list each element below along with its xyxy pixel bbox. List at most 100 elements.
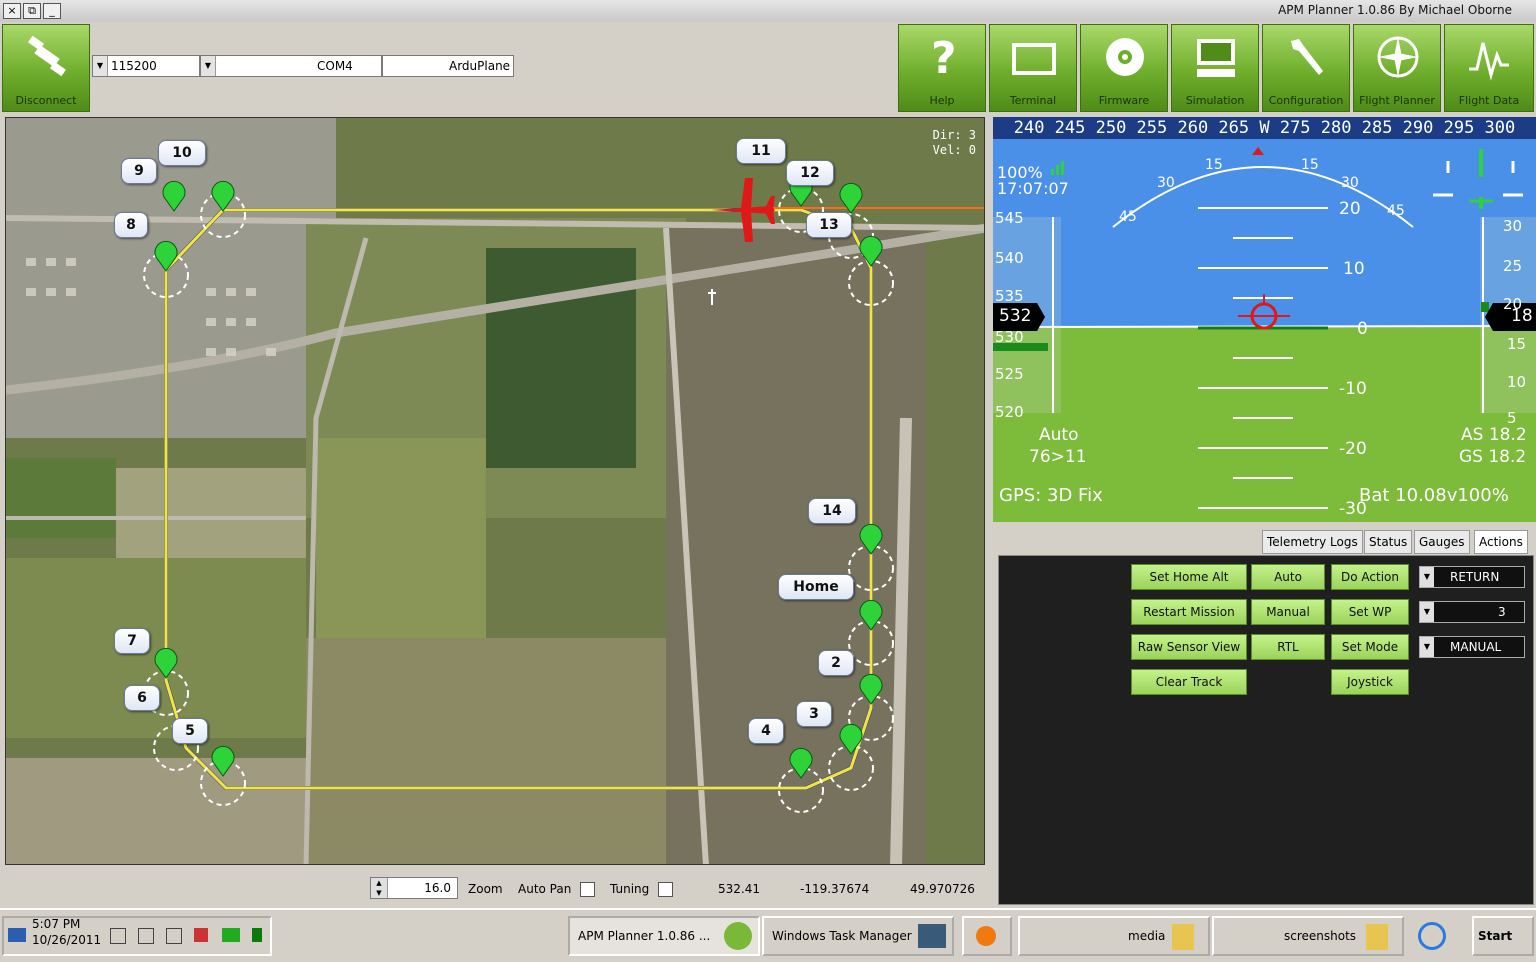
waypoint-label-2[interactable]: 2 bbox=[818, 650, 854, 676]
main-toolbar: Disconnect ▼ 115200 ▼ COM4 ArduPlane ? H… bbox=[0, 22, 1536, 114]
map-status-bar: ▲ ▼ 16.0 Zoom Auto Pan Tuning 532.41 -119… bbox=[0, 868, 990, 906]
chevron-down-icon: ▼ bbox=[93, 56, 108, 76]
waypoint-label-5[interactable]: 5 bbox=[172, 718, 208, 744]
waypoint-label-10[interactable]: 10 bbox=[158, 140, 206, 166]
flight-planner-button[interactable]: Flight Planner bbox=[1353, 24, 1441, 112]
bars-icon[interactable] bbox=[138, 928, 154, 944]
tuning-label: Tuning bbox=[610, 882, 650, 896]
restore-window-button[interactable]: ⧉ bbox=[23, 3, 41, 19]
baud-select[interactable]: ▼ 115200 bbox=[92, 55, 200, 77]
clear-track-button[interactable]: Clear Track bbox=[1131, 669, 1247, 695]
roll-label: 45 bbox=[1119, 209, 1137, 225]
tab-actions[interactable]: Actions bbox=[1474, 530, 1528, 554]
usb-icon[interactable] bbox=[166, 928, 182, 944]
action-select[interactable]: ▼ RETURN bbox=[1419, 566, 1525, 588]
task-screenshots-folder[interactable]: screenshots bbox=[1212, 916, 1404, 956]
waypoint-label-8[interactable]: 8 bbox=[114, 212, 148, 238]
port-select[interactable]: ▼ COM4 bbox=[200, 55, 382, 77]
alt-tick: 540 bbox=[995, 249, 1024, 267]
joystick-button[interactable]: Joystick bbox=[1331, 669, 1409, 695]
svg-text:?: ? bbox=[931, 33, 957, 83]
zoom-value: 16.0 bbox=[424, 881, 451, 895]
chevron-down-icon: ▼ bbox=[1420, 637, 1434, 657]
pitch-label: 20 bbox=[1339, 199, 1361, 219]
flight-data-button[interactable]: Flight Data bbox=[1444, 24, 1534, 112]
folder-icon bbox=[1172, 924, 1194, 950]
groundspeed-readout: GS 18.2 bbox=[1459, 447, 1527, 467]
alt-tick: 520 bbox=[995, 403, 1024, 421]
task-manager-tray-icon[interactable] bbox=[222, 928, 240, 942]
vehicle-select[interactable]: ArduPlane bbox=[382, 55, 514, 77]
simulation-label: Simulation bbox=[1185, 94, 1245, 107]
rtl-button[interactable]: RTL bbox=[1251, 634, 1325, 660]
clock-readout: 17:07:07 bbox=[997, 179, 1069, 198]
heading-tape: 240 245 250 255 260 265 W 275 280 285 29… bbox=[1013, 118, 1516, 138]
waypoint-label-12[interactable]: 12 bbox=[786, 160, 834, 186]
compass-icon bbox=[1377, 36, 1419, 78]
tab-status[interactable]: Status bbox=[1364, 530, 1413, 554]
waypoint-label-home[interactable]: Home bbox=[778, 574, 854, 600]
mode-select[interactable]: ▼ MANUAL bbox=[1419, 636, 1525, 658]
apm-app-icon bbox=[724, 922, 752, 950]
start-button[interactable]: Start bbox=[1472, 916, 1534, 956]
do-action-button[interactable]: Do Action bbox=[1331, 564, 1409, 590]
manual-button[interactable]: Manual bbox=[1251, 599, 1325, 625]
close-window-button[interactable]: × bbox=[3, 3, 21, 19]
map-info: Dir: 3 Vel: 0 bbox=[933, 128, 976, 158]
waypoint-label-7[interactable]: 7 bbox=[114, 628, 150, 654]
disconnect-button[interactable]: Disconnect bbox=[2, 24, 90, 112]
tab-gauges[interactable]: Gauges bbox=[1414, 530, 1470, 554]
flight-map[interactable]: 11 12 13 10 9 8 14 Home 2 3 4 5 6 7 Dir:… bbox=[5, 117, 985, 865]
direction-readout: Dir: 3 bbox=[932, 128, 976, 142]
alt-tick: 530 bbox=[995, 328, 1024, 346]
terminal-button[interactable]: Terminal bbox=[989, 24, 1077, 112]
waypoint-select[interactable]: ▼ 3 bbox=[1419, 601, 1525, 623]
satellite-icon bbox=[27, 35, 67, 77]
firmware-label: Firmware bbox=[1098, 94, 1150, 107]
tray-clock: 5:07 PM bbox=[32, 917, 81, 931]
monitor-icon bbox=[918, 924, 946, 948]
quicklaunch-media-player[interactable] bbox=[962, 916, 1012, 956]
flight-planner-label: Flight Planner bbox=[1359, 94, 1435, 107]
volume-icon[interactable] bbox=[110, 928, 126, 944]
auto-button[interactable]: Auto bbox=[1251, 564, 1325, 590]
terminal-label: Terminal bbox=[1009, 94, 1057, 107]
quicklaunch-browser[interactable] bbox=[1410, 916, 1454, 956]
waypoint-label-9[interactable]: 9 bbox=[121, 158, 157, 184]
waypoint-label-3[interactable]: 3 bbox=[796, 701, 832, 727]
waypoint-label-13[interactable]: 13 bbox=[806, 212, 852, 238]
configuration-button[interactable]: Configuration bbox=[1262, 24, 1350, 112]
waypoint-label-11[interactable]: 11 bbox=[736, 138, 786, 164]
task-windows-task-manager[interactable]: Windows Task Manager bbox=[762, 916, 954, 956]
set-home-alt-button[interactable]: Set Home Alt bbox=[1131, 564, 1247, 590]
task-label: Windows Task Manager bbox=[772, 929, 912, 943]
pitch-label: 0 bbox=[1357, 319, 1368, 339]
tuning-checkbox[interactable] bbox=[658, 882, 673, 897]
firmware-button[interactable]: Firmware bbox=[1080, 24, 1168, 112]
help-button[interactable]: ? Help bbox=[898, 24, 986, 112]
waypoint-label-14[interactable]: 14 bbox=[808, 498, 856, 524]
status-tray-icon[interactable] bbox=[252, 928, 262, 942]
task-apm-planner[interactable]: APM Planner 1.0.86 ... bbox=[568, 916, 760, 956]
set-mode-button[interactable]: Set Mode bbox=[1331, 634, 1409, 660]
tab-telemetry-logs[interactable]: Telemetry Logs bbox=[1262, 530, 1363, 554]
raw-sensor-view-button[interactable]: Raw Sensor View bbox=[1131, 634, 1247, 660]
battery-status: Bat 10.08v100% bbox=[1359, 485, 1509, 506]
spinner-arrows-icon[interactable]: ▲ ▼ bbox=[371, 878, 388, 898]
autopan-checkbox[interactable] bbox=[580, 882, 595, 897]
zoom-stepper[interactable]: ▲ ▼ 16.0 bbox=[370, 877, 458, 899]
waypoint-label-4[interactable]: 4 bbox=[748, 718, 784, 744]
title-bar: × ⧉ _ APM Planner 1.0.86 By Michael Obor… bbox=[0, 0, 1536, 23]
simulation-button[interactable]: Simulation bbox=[1171, 24, 1259, 112]
waypoint-distance: 76>11 bbox=[1029, 447, 1087, 467]
security-icon[interactable] bbox=[194, 928, 208, 942]
configuration-label: Configuration bbox=[1268, 94, 1344, 107]
set-wp-button[interactable]: Set WP bbox=[1331, 599, 1409, 625]
speed-tick: 15 bbox=[1507, 335, 1527, 353]
waypoint-label-6[interactable]: 6 bbox=[124, 685, 160, 711]
altitude-value: 532 bbox=[999, 306, 1032, 326]
restart-mission-button[interactable]: Restart Mission bbox=[1131, 599, 1247, 625]
minimize-window-button[interactable]: _ bbox=[43, 3, 61, 19]
task-label: APM Planner 1.0.86 ... bbox=[578, 929, 711, 943]
task-media-folder[interactable]: media bbox=[1018, 916, 1210, 956]
